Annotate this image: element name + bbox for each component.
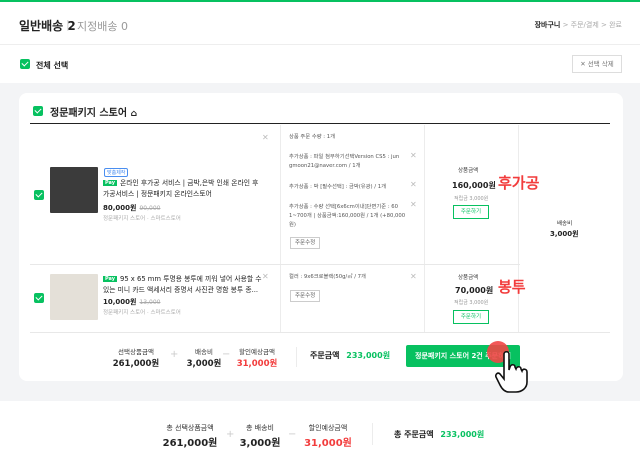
selected-amount-label: 선택상품금액: [118, 348, 154, 356]
column-divider: [280, 125, 281, 332]
cart-header: 일반배송 2 | 지정배송 0 장바구니 > 주문/결제 > 완료: [0, 0, 640, 45]
total-discount-value: 31,000원: [304, 438, 352, 449]
annotation-envelope: 봉투: [498, 278, 526, 296]
store-checkbox[interactable]: [33, 106, 43, 116]
option-line: 컬러 : 9x6크로블랙(50g/㎡ / 7개: [289, 274, 366, 280]
total-shipping-label: 총 배송비: [246, 424, 274, 432]
product-price: 80,000원 90,000: [103, 204, 161, 212]
remove-item-button[interactable]: ✕: [262, 133, 269, 142]
step-complete: 완료: [609, 21, 622, 29]
item-checkbox[interactable]: [34, 293, 44, 303]
product-thumbnail[interactable]: [50, 274, 98, 320]
row-divider: [30, 332, 610, 333]
discount-label: 할인예상금액: [239, 348, 275, 356]
total-order-amount: 총 주문금액 233,000원: [394, 430, 485, 439]
remove-option-button[interactable]: ✕: [410, 180, 417, 189]
benefit-text: 적립금 3,000원: [454, 196, 489, 202]
order-item-button[interactable]: 주문하기: [453, 205, 489, 219]
discount-value: 31,000원: [236, 359, 278, 369]
product-price: 10,000원 13,000: [103, 298, 161, 306]
checkout-steps: 장바구니 > 주문/결제 > 완료: [534, 21, 622, 29]
step-cart: 장바구니: [534, 21, 561, 29]
remove-item-button[interactable]: ✕: [262, 272, 269, 281]
seller-info: 정문패키지 스토어 · 스마트스토어: [103, 216, 181, 222]
column-divider: [424, 125, 425, 332]
amount-label: 상품금액: [458, 275, 479, 281]
total-summary-bar: 총 선택상품금액 261,000원 + 총 배송비 3,000원 − 할인예상금…: [0, 401, 640, 457]
summary-divider: [296, 347, 297, 367]
custom-badge: 맞춤제작: [104, 168, 129, 177]
option-line: 상품 주문 수량 : 1개: [289, 134, 336, 140]
total-selected-value: 261,000원: [162, 438, 218, 449]
remove-option-button[interactable]: ✕: [410, 200, 417, 209]
remove-option-button[interactable]: ✕: [410, 272, 417, 281]
home-icon: ⌂: [130, 109, 138, 119]
option-line: 추가상품 : 파일 첨부하기선택Version CS5 : jun gmoon2…: [289, 154, 400, 169]
select-all-checkbox[interactable]: [20, 59, 30, 69]
total-discount-label: 할인예상금액: [308, 424, 348, 432]
selected-amount-value: 261,000원: [112, 359, 160, 369]
row-divider: [30, 264, 520, 265]
annotation-finishing: 후가공: [498, 174, 540, 192]
product-title[interactable]: 95 x 65 mm 투명용 봉투에 끼워 넣어 사용할 수 있는 미니 카드 …: [103, 274, 263, 296]
total-shipping-value: 3,000원: [239, 438, 281, 449]
item-checkbox[interactable]: [34, 190, 44, 200]
hand-pointer-icon: [495, 350, 528, 393]
item-amount: 70,000원: [455, 286, 494, 295]
delete-selected-button[interactable]: ✕ 선택 삭제: [572, 55, 622, 73]
benefit-text: 적립금 3,000원: [454, 300, 489, 306]
store-divider: [30, 123, 610, 124]
summary-divider: [372, 423, 373, 445]
shipping-value: 3,000원: [550, 230, 579, 238]
edit-order-button[interactable]: 주문수정: [290, 237, 321, 249]
seller-info: 정문패키지 스토어 · 스마트스토어: [103, 310, 181, 316]
selection-bar: 전체 선택 ✕ 선택 삭제: [0, 45, 640, 83]
amount-label: 상품금액: [458, 168, 479, 174]
tab-scheduled-delivery[interactable]: 지정배송 0: [77, 18, 128, 34]
product-thumbnail[interactable]: [50, 167, 98, 213]
order-amount: 주문금액 233,000원: [310, 351, 391, 360]
column-divider: [518, 125, 519, 332]
store-name[interactable]: 정문패키지 스토어 ⌂: [50, 104, 137, 119]
product-title[interactable]: 온라인 후가공 서비스 | 금박,은박 인쇄 온라인 후가공서비스 | 정문패키…: [103, 178, 263, 200]
shipping-label: 배송비: [557, 221, 573, 227]
option-line: 추가상품 : 수량 선택[6x6cm이내]단면기준 : 60 1~700개 | …: [289, 204, 406, 228]
item-amount: 160,000원: [452, 181, 496, 190]
remove-option-button[interactable]: ✕: [410, 151, 417, 160]
step-checkout: 주문/결제: [570, 21, 599, 29]
order-item-button[interactable]: 주문하기: [453, 310, 489, 324]
option-line: 추가상품 : 박 [필수선택] : 금박(유광) / 1개: [289, 184, 387, 190]
tab-divider: |: [66, 18, 70, 31]
total-selected-label: 총 선택상품금액: [166, 424, 214, 432]
select-all-label: 전체 선택: [36, 61, 69, 70]
edit-order-button[interactable]: 주문수정: [290, 290, 321, 302]
